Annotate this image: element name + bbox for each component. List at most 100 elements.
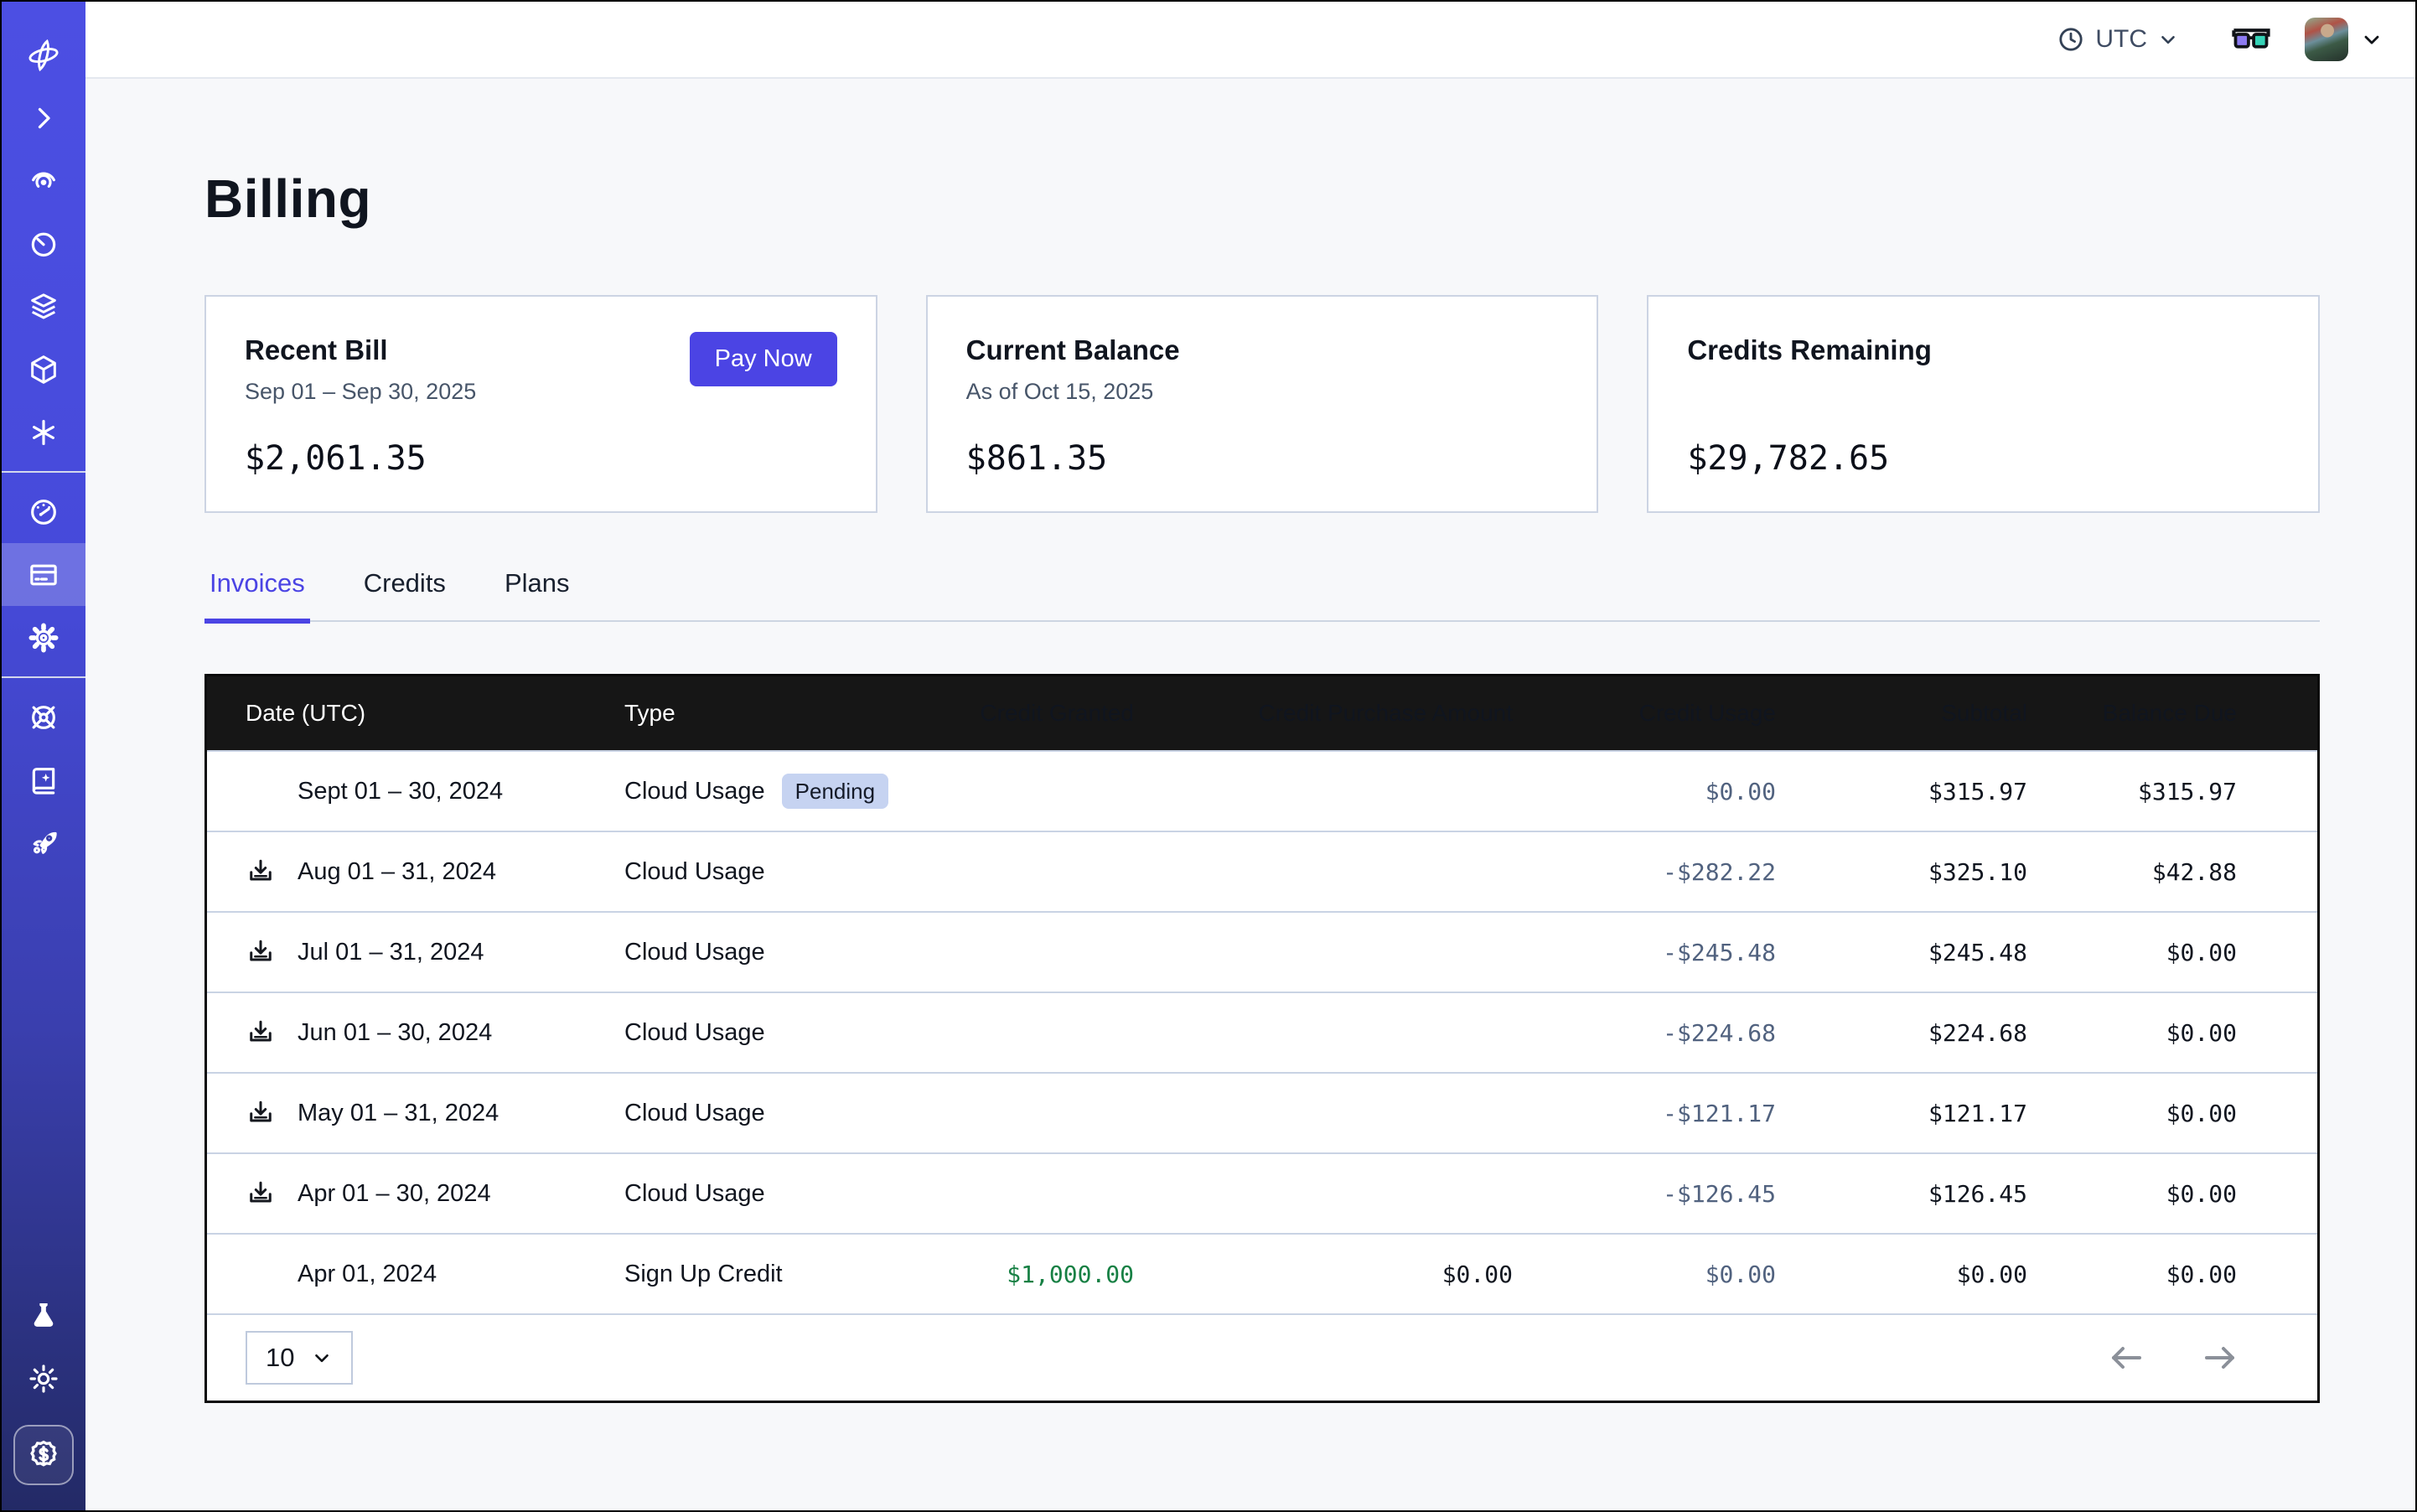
table-row: Sept 01 – 30, 2024 Cloud UsagePending $0…: [207, 750, 2317, 831]
invoice-date: Apr 01, 2024: [298, 1261, 437, 1288]
subtotal: $126.45: [1776, 1180, 2027, 1208]
credits-remaining-card: Credits Remaining $29,782.65: [1647, 295, 2320, 513]
invoice-date: Jun 01 – 30, 2024: [298, 1019, 492, 1047]
credit-granted: $1,000.00: [894, 1261, 1134, 1288]
balance-due: $315.97: [2027, 778, 2317, 805]
subtotal: $0.00: [1776, 1261, 2027, 1288]
subtotal: $224.68: [1776, 1019, 2027, 1047]
balance-due: $42.88: [2027, 858, 2317, 886]
scan-eye-icon[interactable]: [2, 149, 85, 212]
balance-due: $0.00: [2027, 1019, 2317, 1047]
table-row: May 01 – 31, 2024 Cloud Usage -$121.17 $…: [207, 1072, 2317, 1152]
invoice-type: Cloud Usage: [624, 1019, 765, 1047]
sidebar-divider: [2, 471, 85, 473]
balance-due: $0.00: [2027, 939, 2317, 966]
table-footer: 10: [207, 1313, 2317, 1401]
next-page-button[interactable]: [2200, 1338, 2240, 1378]
summary-cards: Recent Bill Sep 01 – Sep 30, 2025 $2,061…: [204, 295, 2320, 513]
current-balance-amount: $861.35: [966, 439, 1559, 478]
credit-usage: -$224.68: [1513, 1019, 1776, 1047]
credit-usage: $0.00: [1513, 1261, 1776, 1288]
tab-credits[interactable]: Credits: [359, 568, 451, 620]
quickstart-rocket-icon[interactable]: [2, 811, 85, 874]
billing-page: Billing Recent Bill Sep 01 – Sep 30, 202…: [85, 79, 2415, 1510]
table-row: Apr 01, 2024 Sign Up Credit $1,000.00 $0…: [207, 1233, 2317, 1313]
credit-usage: -$121.17: [1513, 1100, 1776, 1127]
invoice-date: May 01 – 31, 2024: [298, 1100, 499, 1127]
history-timer-icon[interactable]: [2, 212, 85, 275]
subtotal: $245.48: [1776, 939, 2027, 966]
page-size-select[interactable]: 10: [246, 1331, 353, 1385]
tab-invoices[interactable]: Invoices: [204, 568, 310, 624]
chevron-down-icon: [2157, 28, 2179, 50]
invoice-date: Apr 01 – 30, 2024: [298, 1180, 491, 1208]
current-balance-card: Current Balance As of Oct 15, 2025 $861.…: [926, 295, 1599, 513]
col-header-subtotal: Subtotal: [1776, 700, 2027, 727]
recent-bill-amount: $2,061.35: [245, 439, 837, 478]
logo-orbit-icon[interactable]: [2, 23, 85, 86]
main-area: UTC Billi: [85, 2, 2415, 1510]
app-window: UTC Billi: [0, 0, 2417, 1512]
invoice-type: Cloud Usage: [624, 1180, 765, 1208]
sidebar-item-billing[interactable]: [2, 543, 85, 606]
theme-sun-icon[interactable]: [2, 1347, 85, 1410]
table-row: Aug 01 – 31, 2024 Cloud Usage -$282.22 $…: [207, 831, 2317, 911]
card-title: Current Balance: [966, 334, 1559, 367]
credit-usage: $0.00: [1513, 778, 1776, 805]
col-header-type: Type: [624, 700, 894, 727]
credit-purchase-amount: $0.00: [1134, 1261, 1513, 1288]
invoice-date: Jul 01 – 31, 2024: [298, 939, 484, 966]
col-header-balance-due: Balance Due: [2027, 700, 2317, 727]
page-title: Billing: [204, 168, 2320, 230]
page-size-value: 10: [266, 1343, 294, 1373]
billing-card-icon: [27, 558, 60, 592]
billing-tabs: Invoices Credits Plans: [204, 568, 2320, 622]
3d-glasses-icon: [2231, 27, 2271, 52]
credit-usage: -$126.45: [1513, 1180, 1776, 1208]
col-header-credit-usage: Credit Usage: [1513, 700, 1776, 727]
clock-icon: [2057, 25, 2085, 54]
invoice-type: Sign Up Credit: [624, 1261, 783, 1288]
sidebar-divider: [2, 676, 85, 678]
invoice-type: Cloud Usage: [624, 939, 765, 966]
layers-icon[interactable]: [2, 275, 85, 338]
col-header-date: Date (UTC): [207, 700, 624, 727]
chevron-down-icon: [2360, 28, 2383, 51]
balance-due: $0.00: [2027, 1100, 2317, 1127]
table-row: Jun 01 – 30, 2024 Cloud Usage -$224.68 $…: [207, 992, 2317, 1072]
balance-due: $0.00: [2027, 1261, 2317, 1288]
invoice-date: Sept 01 – 30, 2024: [298, 778, 503, 805]
col-header-credit-purchase: Credit Purchase Amount: [1134, 700, 1513, 727]
expand-chevron-icon[interactable]: [2, 86, 85, 149]
timezone-selector[interactable]: UTC: [2057, 25, 2179, 54]
credits-remaining-amount: $29,782.65: [1687, 439, 2280, 478]
balance-due: $0.00: [2027, 1180, 2317, 1208]
download-invoice-icon[interactable]: [246, 857, 276, 887]
download-invoice-icon[interactable]: [246, 1178, 276, 1209]
pay-now-button[interactable]: Pay Now: [690, 332, 837, 386]
docs-book-icon[interactable]: [2, 748, 85, 811]
timezone-label: UTC: [2095, 25, 2147, 54]
download-invoice-icon[interactable]: [246, 1017, 276, 1048]
sandbox-cube-icon[interactable]: [2, 338, 85, 401]
account-menu[interactable]: [2305, 18, 2383, 61]
labs-flask-icon[interactable]: [2, 1284, 85, 1347]
invoice-date: Aug 01 – 31, 2024: [298, 858, 496, 886]
settings-gear-icon[interactable]: [2, 606, 85, 669]
helm-wheel-icon[interactable]: [2, 686, 85, 748]
sidebar: [2, 2, 85, 1510]
pagination-controls: [2106, 1338, 2240, 1378]
credits-dollar-badge-button[interactable]: [13, 1425, 74, 1485]
usage-gauge-icon[interactable]: [2, 480, 85, 543]
recent-bill-card: Recent Bill Sep 01 – Sep 30, 2025 $2,061…: [204, 295, 877, 513]
asterisk-icon[interactable]: [2, 401, 85, 463]
balance-as-of: As of Oct 15, 2025: [966, 377, 1559, 406]
3d-glasses-button[interactable]: [2231, 27, 2271, 52]
credit-usage: -$245.48: [1513, 939, 1776, 966]
download-invoice-icon[interactable]: [246, 1098, 276, 1128]
invoices-table: Date (UTC) Type Credit Granted Credit Pu…: [204, 674, 2320, 1403]
previous-page-button[interactable]: [2106, 1338, 2146, 1378]
card-title: Credits Remaining: [1687, 334, 2280, 367]
download-invoice-icon[interactable]: [246, 937, 276, 967]
tab-plans[interactable]: Plans: [499, 568, 575, 620]
